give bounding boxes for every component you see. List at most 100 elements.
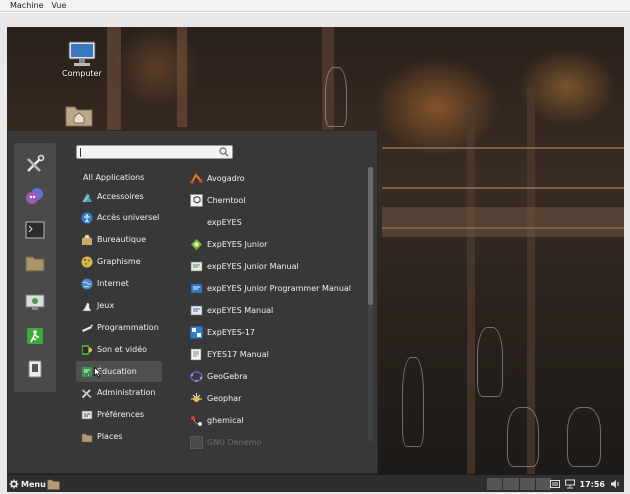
app-ghemical[interactable]: ghemical <box>190 409 366 431</box>
app-expeyes-junior-manual[interactable]: expEYES Junior Manual <box>190 255 366 277</box>
app-gnu-denemo[interactable]: GNU Denemo <box>190 431 366 453</box>
manual-icon <box>190 304 203 317</box>
blank-icon <box>190 216 203 229</box>
app-eyes17-manual[interactable]: EYES17 Manual <box>190 343 366 365</box>
app-geophar[interactable]: Geophar <box>190 387 366 409</box>
category-administration[interactable]: Administration <box>76 382 162 403</box>
keyboard-icon[interactable] <box>549 480 560 488</box>
app-avogadro[interactable]: Avogadro <box>190 167 366 189</box>
app-expeyes-junior-programmer-manual[interactable]: expEYES Junior Programmer Manual <box>190 277 366 299</box>
wallpaper-railing <box>382 187 624 189</box>
category-places[interactable]: Places <box>76 426 162 447</box>
category-acces-universel[interactable]: Accès universel <box>76 207 162 228</box>
app-label: ghemical <box>207 415 244 425</box>
app-expeyes[interactable]: expEYES <box>190 211 366 233</box>
gear-icon <box>9 479 19 489</box>
games-icon <box>81 300 93 312</box>
multimedia-icon <box>81 344 93 356</box>
category-programmation[interactable]: Programmation <box>76 317 162 338</box>
clock[interactable]: 17:56 <box>580 480 605 489</box>
accessibility-icon <box>81 212 93 224</box>
internet-icon <box>81 278 93 290</box>
wallpaper-figure <box>402 357 424 447</box>
wallpaper-beam <box>177 27 187 127</box>
category-label: All Applications <box>83 173 145 182</box>
category-all-applications[interactable]: All Applications <box>76 167 162 188</box>
category-bureautique[interactable]: Bureautique <box>76 229 162 250</box>
wallpaper-figure <box>477 327 503 397</box>
places-icon <box>81 431 93 443</box>
desktop-icon-label: Computer <box>62 69 102 78</box>
category-internet[interactable]: Internet <box>76 273 162 294</box>
vm-menu-machine[interactable]: Machine <box>10 1 44 10</box>
category-accessoires[interactable]: Accessoires <box>76 186 162 207</box>
vm-menu-view[interactable]: Vue <box>52 1 67 10</box>
category-son-et-video[interactable]: Son et vidéo <box>76 339 162 360</box>
app-label: ExpEYES-17 <box>207 327 256 337</box>
favorite-chat[interactable] <box>21 183 49 209</box>
expeyes17-icon <box>190 326 203 339</box>
desktop-icon-computer[interactable]: Computer <box>62 41 102 78</box>
app-expeyes-manual[interactable]: expEYES Manual <box>190 299 366 321</box>
app-label: GNU Denemo <box>207 437 262 447</box>
desktop-icon-home[interactable] <box>65 103 93 127</box>
app-label: ExpEYES Junior <box>207 239 268 249</box>
category-education[interactable]: Éducation <box>76 361 162 382</box>
mouse-cursor-icon <box>94 367 102 378</box>
menu-search-input[interactable] <box>76 145 233 159</box>
favorite-tablet[interactable] <box>21 356 49 382</box>
app-label: GeoGebra <box>207 371 248 381</box>
category-label: Accessoires <box>97 192 144 201</box>
category-graphisme[interactable]: Graphisme <box>76 251 162 272</box>
network-icon[interactable] <box>564 479 575 489</box>
app-chemtool[interactable]: Chemtool <box>190 189 366 211</box>
app-label: expEYES Junior Manual <box>207 261 299 271</box>
panel-launcher-files[interactable] <box>47 478 60 492</box>
screen-icon <box>25 294 45 310</box>
favorite-logout[interactable] <box>21 323 49 349</box>
workspace-1[interactable] <box>487 478 503 490</box>
app-expeyes-junior[interactable]: ExpEYES Junior <box>190 233 366 255</box>
category-jeux[interactable]: Jeux <box>76 295 162 316</box>
workspace-2[interactable] <box>503 478 519 490</box>
workspace-switcher[interactable] <box>487 478 551 490</box>
chemtool-icon <box>190 193 203 207</box>
text-caret <box>80 148 81 157</box>
wallpaper-railing <box>382 147 624 149</box>
education-icon <box>81 366 93 378</box>
favorite-screen[interactable] <box>21 290 49 316</box>
app-label: expEYES <box>207 217 242 227</box>
app-label: Chemtool <box>207 195 246 205</box>
workspace-3[interactable] <box>519 478 535 490</box>
scrollbar-thumb[interactable] <box>368 167 373 305</box>
wallpaper-beam <box>107 27 121 137</box>
computer-icon <box>68 41 96 66</box>
volume-icon[interactable] <box>610 479 620 489</box>
app-expeyes-17[interactable]: ExpEYES-17 <box>190 321 366 343</box>
favorite-tools[interactable] <box>21 151 49 177</box>
favorites-bar <box>14 143 56 392</box>
menu-button[interactable]: Menu <box>9 477 46 491</box>
favorite-terminal[interactable] <box>21 217 49 243</box>
programming-icon <box>81 322 93 334</box>
wallpaper-figure <box>325 67 347 127</box>
chat-icon <box>26 188 43 204</box>
administration-icon <box>81 387 93 399</box>
menu-button-label: Menu <box>21 479 46 489</box>
denemo-icon <box>190 435 203 449</box>
search-field[interactable] <box>82 146 212 158</box>
category-label: Programmation <box>97 323 159 332</box>
manual-icon <box>190 282 203 295</box>
category-preferences[interactable]: Préférences <box>76 404 162 425</box>
category-label: Graphisme <box>97 257 141 266</box>
wallpaper-beam <box>467 107 475 474</box>
manual-icon <box>190 348 203 361</box>
home-folder-icon <box>65 106 93 127</box>
app-label: expEYES Manual <box>207 305 274 315</box>
logout-icon <box>27 328 43 344</box>
expeyes-icon <box>190 238 203 251</box>
app-geogebra[interactable]: GeoGebra <box>190 365 366 387</box>
avogadro-icon <box>190 172 203 185</box>
app-list-scrollbar[interactable] <box>368 167 373 441</box>
favorite-folder[interactable] <box>21 250 49 276</box>
